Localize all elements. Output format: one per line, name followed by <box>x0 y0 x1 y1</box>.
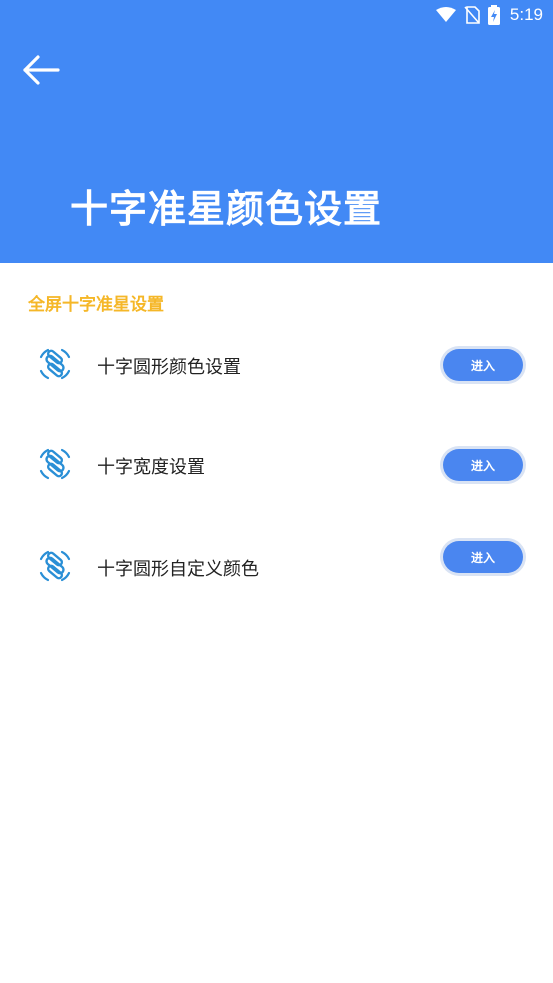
list-item: 十字圆形颜色设置 进入 <box>0 335 553 395</box>
wifi-icon <box>435 7 456 23</box>
section-title: 全屏十字准星设置 <box>28 295 164 315</box>
arrow-left-icon <box>22 55 60 89</box>
crosshair-setting-icon <box>36 445 74 483</box>
crosshair-setting-icon <box>36 345 74 383</box>
back-button[interactable] <box>18 50 64 94</box>
app-header: 5:19 十字准星颜色设置 <box>0 0 553 263</box>
status-time: 5:19 <box>509 5 543 24</box>
item-label: 十字宽度设置 <box>97 457 205 478</box>
enter-button[interactable]: 进入 <box>443 449 523 481</box>
item-label: 十字圆形自定义颜色 <box>97 559 259 580</box>
item-label: 十字圆形颜色设置 <box>97 357 241 378</box>
enter-button[interactable]: 进入 <box>443 541 523 573</box>
list-item: 十字圆形自定义颜色 进入 <box>0 535 553 595</box>
no-sim-icon <box>464 6 480 24</box>
enter-button[interactable]: 进入 <box>443 349 523 381</box>
list-item: 十字宽度设置 进入 <box>0 435 553 495</box>
battery-charging-icon <box>487 5 500 25</box>
crosshair-setting-icon <box>36 547 74 585</box>
status-bar: 5:19 <box>435 0 553 30</box>
page-title: 十字准星颜色设置 <box>70 187 383 231</box>
